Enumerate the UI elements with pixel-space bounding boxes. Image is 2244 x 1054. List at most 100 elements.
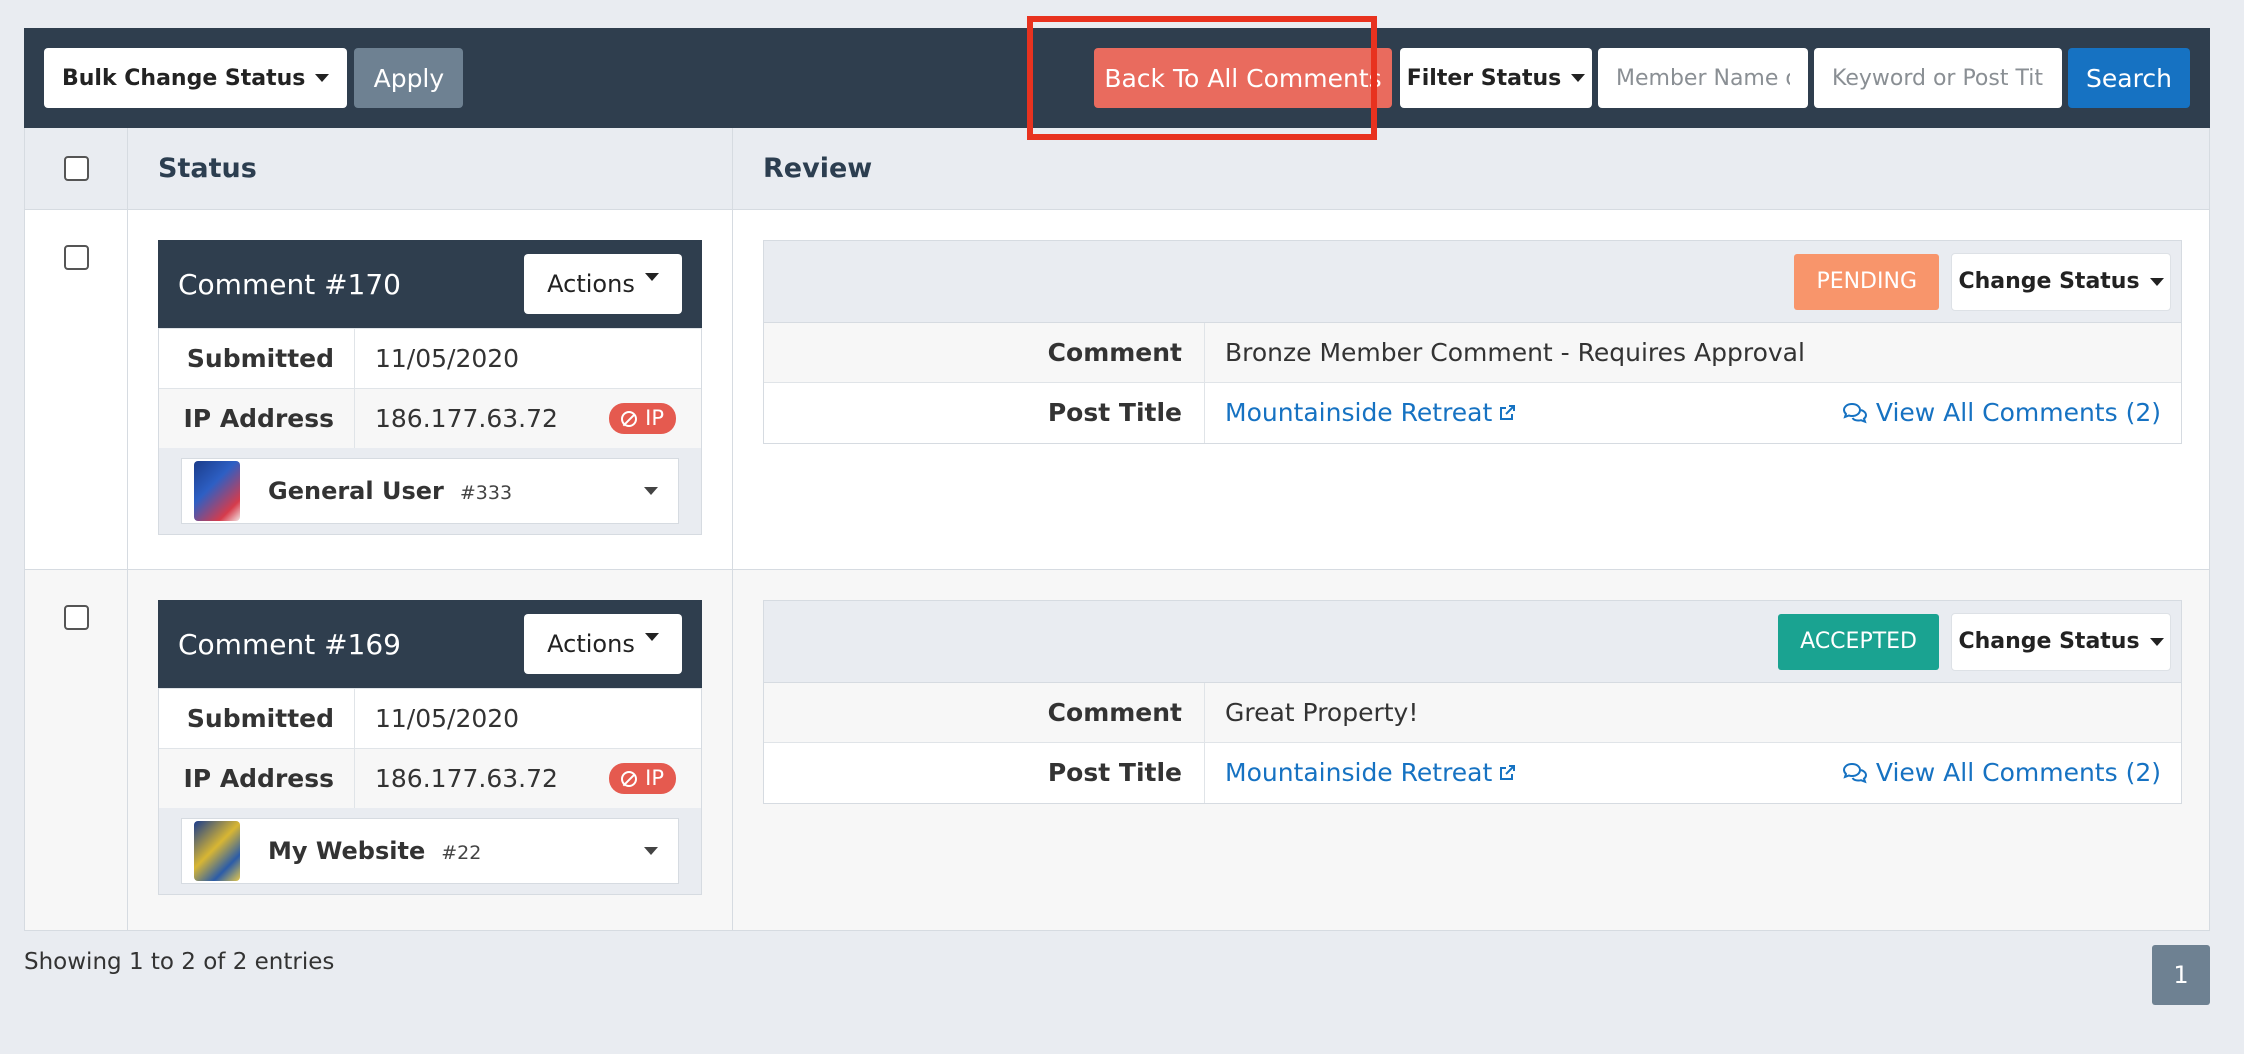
external-link-icon [1500,405,1516,420]
status-cell: Comment #170 Actions Submitted 11/05/202… [128,210,733,569]
change-status-label: Change Status [1958,629,2140,654]
review-header: PENDING Change Status [764,241,2181,323]
view-all-comments-link[interactable]: View All Comments (2) [1842,743,2161,803]
header-review-cell: Review [733,128,2209,209]
ip-value: 186.177.63.72 [375,763,558,793]
user-dropdown[interactable]: My Website #22 [181,818,679,884]
caret-down-icon [1571,74,1586,82]
pagination-page-1[interactable]: 1 [2152,945,2210,1005]
review-column-header: Review [763,153,873,184]
actions-dropdown[interactable]: Actions [524,254,682,314]
select-all-checkbox[interactable] [63,156,89,181]
view-all-comments-text: View All Comments (2) [1875,398,2161,427]
back-to-all-comments-button[interactable]: Back To All Comments [1094,48,1392,108]
post-title-link[interactable]: Mountainside Retreat [1225,743,1516,803]
post-title-cell: Mountainside Retreat View All Comments (… [1205,383,2181,443]
user-wrap: My Website #22 [159,808,701,894]
ip-label: IP Address [159,389,355,448]
header-check-cell [25,128,128,209]
comments-icon [1842,402,1867,424]
apply-button[interactable]: Apply [354,48,464,108]
caret-down-icon [2149,637,2164,646]
ip-row: IP Address 186.177.63.72 IP [159,388,701,448]
review-header: ACCEPTED Change Status [764,601,2181,683]
ip-value-cell: 186.177.63.72 IP [355,749,701,808]
view-all-comments-text: View All Comments (2) [1875,758,2161,787]
table-header: Status Review [25,128,2209,210]
user-name: My Website [268,837,426,865]
caret-down-icon [2149,277,2164,286]
entries-info: Showing 1 to 2 of 2 entries [24,949,335,975]
ip-badge-label: IP [645,766,664,790]
comment-meta: Submitted 11/05/2020 IP Address 186.177.… [158,328,702,535]
comment-title: Comment #170 [178,267,401,301]
post-title-text: Mountainside Retreat [1225,758,1493,787]
ban-icon [621,410,638,427]
submitted-value: 11/05/2020 [375,343,520,373]
keyword-search-input[interactable] [1814,48,2062,108]
row-check-cell [25,570,128,930]
post-title-label: Post Title [764,383,1205,443]
comment-label: Comment [764,683,1205,742]
submitted-label: Submitted [159,329,355,388]
row-checkbox[interactable] [63,605,89,630]
header-status-cell: Status [128,128,733,209]
ip-badge-label: IP [645,406,664,430]
user-name: General User [268,477,444,505]
submitted-label: Submitted [159,689,355,748]
ip-value-cell: 186.177.63.72 IP [355,389,701,448]
member-search-input[interactable] [1598,48,1808,108]
post-title-label: Post Title [764,743,1205,803]
actions-dropdown[interactable]: Actions [524,614,682,674]
toolbar: Bulk Change Status Apply Back To All Com… [24,16,2210,140]
comment-title: Comment #169 [178,627,401,661]
filter-status-dropdown[interactable]: Filter Status [1400,48,1592,108]
external-link-icon [1500,765,1516,780]
actions-label: Actions [547,630,635,658]
comment-card-header: Comment #169 Actions [158,600,702,688]
comments-icon [1842,762,1867,784]
review-cell: PENDING Change Status Comment Bronze Mem… [733,210,2209,569]
comment-row: Comment Great Property! [764,683,2181,743]
change-status-dropdown[interactable]: Change Status [1951,612,2171,671]
status-badge: PENDING [1794,253,1939,310]
row-check-cell [25,210,128,569]
post-title-cell: Mountainside Retreat View All Comments (… [1205,743,2181,803]
submitted-row: Submitted 11/05/2020 [159,688,701,748]
status-badge: ACCEPTED [1778,613,1939,670]
user-id: #22 [441,842,482,864]
avatar [194,821,240,881]
caret-down-icon [315,74,330,82]
row-checkbox[interactable] [63,245,89,270]
filter-status-label: Filter Status [1406,65,1562,91]
bulk-change-status-dropdown[interactable]: Bulk Change Status [44,48,348,108]
post-title-row: Post Title Mountainside Retreat View All… [764,383,2181,443]
ban-ip-button[interactable]: IP [609,763,676,794]
ip-value: 186.177.63.72 [375,403,558,433]
caret-down-icon [644,847,658,855]
table-row: Comment #170 Actions Submitted 11/05/202… [25,210,2209,570]
comments-table: Status Review Comment #170 Actions Submi… [24,128,2210,931]
caret-down-icon [644,273,659,281]
change-status-dropdown[interactable]: Change Status [1951,252,2171,311]
table-footer: Showing 1 to 2 of 2 entries 1 [24,945,2210,1005]
review-panel: PENDING Change Status Comment Bronze Mem… [763,240,2182,444]
ip-row: IP Address 186.177.63.72 IP [159,748,701,808]
post-title-link[interactable]: Mountainside Retreat [1225,383,1516,443]
table-row: Comment #169 Actions Submitted 11/05/202… [25,570,2209,930]
post-title-row: Post Title Mountainside Retreat View All… [764,743,2181,803]
bulk-change-status-label: Bulk Change Status [62,65,306,91]
comment-text: Bronze Member Comment - Requires Approva… [1225,337,1805,367]
ban-ip-button[interactable]: IP [609,403,676,434]
caret-down-icon [644,487,658,495]
comments-panel: Bulk Change Status Apply Back To All Com… [24,16,2210,1005]
review-panel: ACCEPTED Change Status Comment Great Pro… [763,600,2182,804]
change-status-label: Change Status [1958,269,2140,294]
caret-down-icon [644,633,659,641]
user-dropdown[interactable]: General User #333 [181,458,679,524]
comment-text: Great Property! [1225,697,1419,727]
avatar [194,461,240,521]
status-column-header: Status [158,153,257,184]
search-button[interactable]: Search [2068,48,2190,108]
view-all-comments-link[interactable]: View All Comments (2) [1842,383,2161,443]
